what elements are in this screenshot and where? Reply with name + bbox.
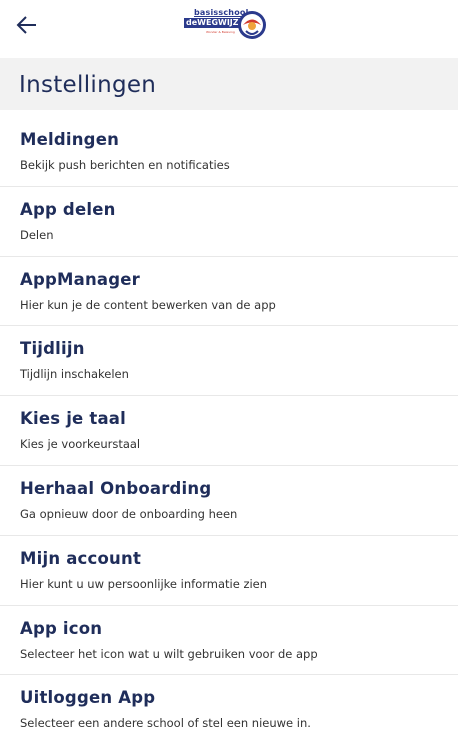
settings-item-app-icon[interactable]: App icon Selecteer het icon wat u wilt g… bbox=[0, 606, 458, 676]
settings-item-subtitle: Delen bbox=[20, 227, 54, 242]
settings-item-subtitle: Kies je voorkeurstaal bbox=[20, 437, 141, 452]
settings-item-title: Mijn account bbox=[20, 548, 142, 568]
settings-item-subtitle: Ga opnieuw door de onboarding heen bbox=[20, 506, 238, 521]
settings-item-subtitle: Tijdlijn inschakelen bbox=[20, 367, 129, 382]
top-bar: basisschool deWEGWIJZER Wonder & Belevin… bbox=[0, 0, 458, 52]
logo-text-line3: Wonder & Beleving bbox=[206, 30, 235, 34]
settings-item-appmanager[interactable]: AppManager Hier kun je de content bewerk… bbox=[0, 257, 458, 327]
settings-item-title: Uitloggen App bbox=[20, 688, 156, 708]
settings-item-subtitle: Hier kun je de content bewerken van de a… bbox=[20, 297, 276, 312]
settings-item-title: Herhaal Onboarding bbox=[20, 478, 212, 498]
settings-item-title: App icon bbox=[20, 618, 103, 638]
settings-item-subtitle: Bekijk push berichten en notificaties bbox=[20, 158, 230, 172]
settings-list: Meldingen Bekijk push berichten en notif… bbox=[0, 117, 458, 745]
arrow-left-icon bbox=[16, 16, 36, 34]
back-button[interactable] bbox=[16, 14, 38, 36]
settings-item-mijn-account[interactable]: Mijn account Hier kunt u uw persoonlijke… bbox=[0, 536, 458, 606]
settings-item-uitloggen-app[interactable]: Uitloggen App Selecteer een andere schoo… bbox=[0, 675, 458, 745]
settings-item-title: Meldingen bbox=[20, 130, 120, 149]
page-title: Instellingen bbox=[19, 72, 157, 98]
settings-item-app-delen[interactable]: App delen Delen bbox=[0, 187, 458, 257]
settings-item-title: AppManager bbox=[20, 269, 140, 289]
settings-item-subtitle: Hier kunt u uw persoonlijke informatie z… bbox=[20, 576, 268, 591]
page-header: Instellingen bbox=[0, 58, 458, 110]
settings-item-herhaal-onboarding[interactable]: Herhaal Onboarding Ga opnieuw door de on… bbox=[0, 466, 458, 536]
settings-item-subtitle: Selecteer het icon wat u wilt gebruiken … bbox=[20, 646, 318, 661]
settings-item-title: Tijdlijn bbox=[20, 339, 85, 359]
settings-item-kies-je-taal[interactable]: Kies je taal Kies je voorkeurstaal bbox=[0, 396, 458, 466]
logo-badge-icon bbox=[238, 11, 266, 39]
school-logo: basisschool deWEGWIJZER Wonder & Belevin… bbox=[182, 6, 272, 42]
settings-item-title: App delen bbox=[20, 199, 116, 219]
settings-item-title: Kies je taal bbox=[20, 409, 127, 429]
settings-item-tijdlijn[interactable]: Tijdlijn Tijdlijn inschakelen bbox=[0, 326, 458, 397]
settings-item-subtitle: Selecteer een andere school of stel een … bbox=[20, 716, 311, 731]
settings-item-meldingen[interactable]: Meldingen Bekijk push berichten en notif… bbox=[0, 117, 458, 187]
